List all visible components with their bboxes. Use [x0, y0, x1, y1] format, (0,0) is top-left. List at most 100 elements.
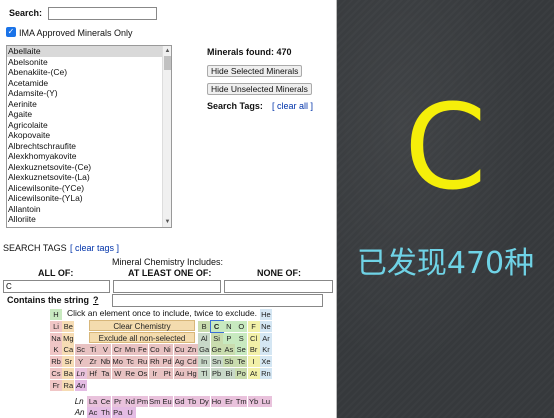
element-na[interactable]: Na: [50, 332, 62, 344]
element-sc[interactable]: Sc: [74, 344, 87, 356]
element-os[interactable]: Os: [136, 368, 149, 379]
mineral-search-panel: Search: ✓ IMA Approved Minerals Only Abe…: [0, 0, 337, 418]
video-overlay-panel: C 已发现470种: [337, 0, 554, 418]
element-he[interactable]: He: [259, 309, 272, 320]
element-hf[interactable]: Hf: [87, 368, 100, 379]
element-ac[interactable]: Ac: [87, 407, 100, 418]
element-ho[interactable]: Ho: [210, 395, 223, 407]
element-an[interactable]: An: [74, 379, 87, 391]
element-ar[interactable]: Ar: [259, 332, 272, 344]
element-f[interactable]: F: [247, 320, 260, 332]
element-pm[interactable]: Pm: [136, 395, 149, 407]
element-ru[interactable]: Ru: [136, 356, 149, 368]
element-tb[interactable]: Tb: [185, 395, 198, 407]
element-al[interactable]: Al: [198, 332, 211, 344]
element-mn[interactable]: Mn: [124, 344, 137, 356]
element-in[interactable]: In: [198, 356, 211, 368]
element-nb[interactable]: Nb: [99, 356, 112, 368]
element-p[interactable]: P: [222, 332, 235, 344]
element-co[interactable]: Co: [148, 344, 161, 356]
element-zn[interactable]: Zn: [185, 344, 198, 356]
element-n[interactable]: N: [222, 320, 235, 332]
element-sb[interactable]: Sb: [222, 356, 235, 368]
element-hg[interactable]: Hg: [185, 368, 198, 379]
element-pt[interactable]: Pt: [161, 368, 174, 379]
element-ca[interactable]: Ca: [62, 344, 75, 356]
element-th[interactable]: Th: [99, 407, 112, 418]
element-pa[interactable]: Pa: [111, 407, 124, 418]
element-h[interactable]: H: [50, 309, 62, 320]
element-te[interactable]: Te: [235, 356, 248, 368]
element-ni[interactable]: Ni: [161, 344, 174, 356]
element-ba[interactable]: Ba: [62, 368, 75, 379]
element-k[interactable]: K: [50, 344, 62, 356]
element-au[interactable]: Au: [173, 368, 186, 379]
periodic-instructions: Click an element once to include, twice …: [67, 308, 257, 318]
element-pd[interactable]: Pd: [161, 356, 174, 368]
element-i[interactable]: I: [247, 356, 260, 368]
element-si[interactable]: Si: [210, 332, 223, 344]
element-mg[interactable]: Mg: [62, 332, 75, 344]
element-be[interactable]: Be: [62, 320, 75, 332]
element-ta[interactable]: Ta: [99, 368, 112, 379]
element-pr[interactable]: Pr: [111, 395, 124, 407]
element-li[interactable]: Li: [50, 320, 62, 332]
element-fr[interactable]: Fr: [50, 379, 62, 391]
element-xe[interactable]: Xe: [259, 356, 272, 368]
element-rn[interactable]: Rn: [259, 368, 272, 379]
element-re[interactable]: Re: [124, 368, 137, 379]
element-cd[interactable]: Cd: [185, 356, 198, 368]
element-cl[interactable]: Cl: [247, 332, 260, 344]
element-ag[interactable]: Ag: [173, 356, 186, 368]
element-kr[interactable]: Kr: [259, 344, 272, 356]
element-la[interactable]: La: [87, 395, 100, 407]
element-u[interactable]: U: [124, 407, 137, 418]
element-s[interactable]: S: [235, 332, 248, 344]
element-gd[interactable]: Gd: [173, 395, 186, 407]
element-rb[interactable]: Rb: [50, 356, 62, 368]
element-tl[interactable]: Tl: [198, 368, 211, 379]
element-po[interactable]: Po: [235, 368, 248, 379]
element-o[interactable]: O: [235, 320, 248, 332]
element-c[interactable]: C: [209, 319, 224, 333]
element-eu[interactable]: Eu: [161, 395, 174, 407]
element-pb[interactable]: Pb: [210, 368, 223, 379]
element-fe[interactable]: Fe: [136, 344, 149, 356]
element-cr[interactable]: Cr: [111, 344, 124, 356]
element-b[interactable]: B: [198, 320, 211, 332]
element-ga[interactable]: Ga: [198, 344, 211, 356]
element-ce[interactable]: Ce: [99, 395, 112, 407]
element-v[interactable]: V: [99, 344, 112, 356]
element-ti[interactable]: Ti: [87, 344, 100, 356]
element-ne[interactable]: Ne: [259, 320, 272, 332]
element-at[interactable]: At: [247, 368, 260, 379]
overlay-caption: 已发现470种: [356, 246, 535, 281]
element-dy[interactable]: Dy: [198, 395, 211, 407]
exclude-all-button[interactable]: Exclude all non-selected: [89, 332, 195, 343]
element-w[interactable]: W: [111, 368, 124, 379]
element-ge[interactable]: Ge: [210, 344, 223, 356]
element-ln[interactable]: Ln: [74, 368, 87, 379]
element-cu[interactable]: Cu: [173, 344, 186, 356]
element-lu[interactable]: Lu: [259, 395, 272, 407]
element-zr[interactable]: Zr: [87, 356, 100, 368]
element-br[interactable]: Br: [247, 344, 260, 356]
element-ra[interactable]: Ra: [62, 379, 75, 391]
element-cs[interactable]: Cs: [50, 368, 62, 379]
element-yb[interactable]: Yb: [247, 395, 260, 407]
clear-chemistry-button[interactable]: Clear Chemistry: [89, 320, 195, 331]
element-mo[interactable]: Mo: [111, 356, 124, 368]
element-nd[interactable]: Nd: [124, 395, 137, 407]
element-se[interactable]: Se: [235, 344, 248, 356]
element-sm[interactable]: Sm: [148, 395, 161, 407]
element-tc[interactable]: Tc: [124, 356, 137, 368]
element-tm[interactable]: Tm: [235, 395, 248, 407]
element-y[interactable]: Y: [74, 356, 87, 368]
element-ir[interactable]: Ir: [148, 368, 161, 379]
element-as[interactable]: As: [222, 344, 235, 356]
element-er[interactable]: Er: [222, 395, 235, 407]
element-sn[interactable]: Sn: [210, 356, 223, 368]
element-sr[interactable]: Sr: [62, 356, 75, 368]
element-bi[interactable]: Bi: [222, 368, 235, 379]
element-rh[interactable]: Rh: [148, 356, 161, 368]
